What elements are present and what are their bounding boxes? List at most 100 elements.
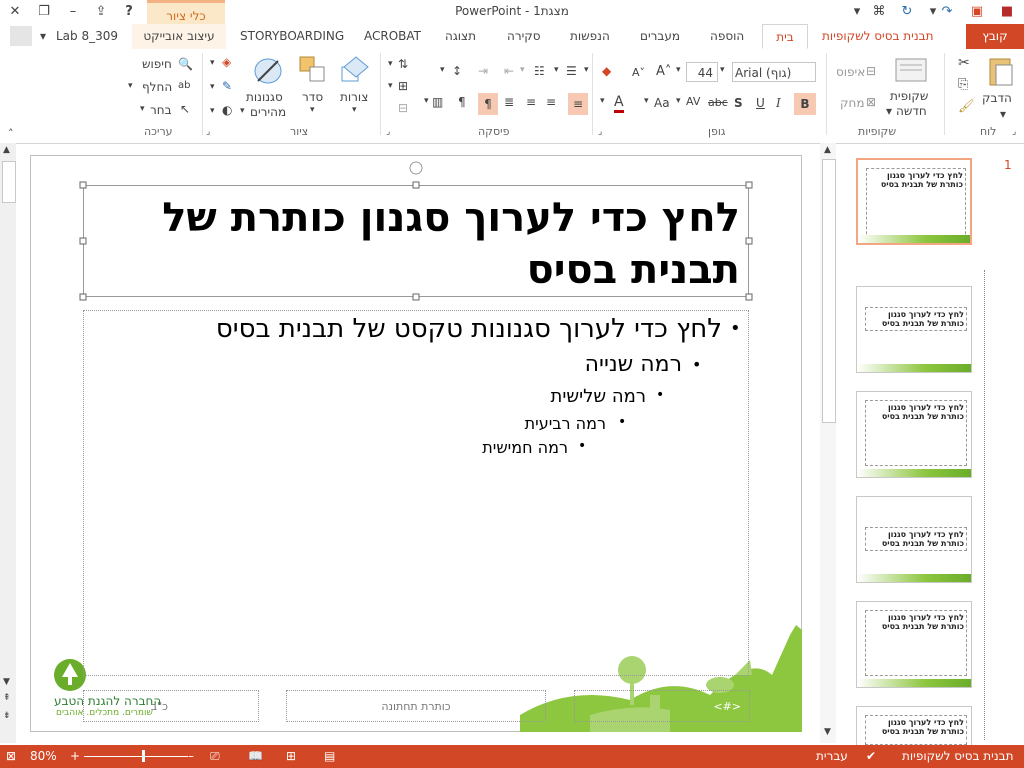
shape-effects-dropdown-icon[interactable]: ▾ — [210, 106, 215, 116]
text-direction-dropdown-icon[interactable]: ▾ — [388, 59, 393, 69]
select-dropdown-icon[interactable]: ▾ — [140, 104, 145, 114]
thumbnail-layout[interactable]: לחץ כדי לערוך סגנון כותרת של תבנית בסיס — [856, 601, 972, 688]
level-4-text[interactable]: רמה רביעית — [500, 414, 606, 433]
slide-sorter-icon[interactable]: ⊞ — [286, 749, 296, 763]
account-dropdown-icon[interactable]: ▾ — [40, 24, 46, 49]
numbering-icon[interactable]: ☷ — [534, 64, 545, 78]
thumbnail-layout[interactable]: לחץ כדי לערוך סגנון כותרת של תבנית בסיס — [856, 391, 972, 478]
scroll-thumb[interactable] — [2, 161, 16, 203]
font-launcher-icon[interactable]: ⌟ — [598, 127, 602, 137]
indent-dropdown-icon[interactable]: ▾ — [520, 65, 525, 75]
shadow-button[interactable]: S — [734, 96, 743, 110]
user-name[interactable]: Lab 8_309 — [56, 24, 118, 49]
align-text-dropdown-icon[interactable]: ▾ — [388, 81, 393, 91]
tab-view[interactable]: תצוגה — [445, 24, 476, 49]
arrange-button-label[interactable]: סדר — [302, 90, 323, 104]
arrange-dropdown-icon[interactable]: ▾ — [310, 105, 315, 115]
bullets-dropdown-icon[interactable]: ▾ — [584, 65, 589, 75]
line-spacing-dropdown-icon[interactable]: ▾ — [440, 65, 445, 75]
slide-vertical-scrollbar[interactable]: ▲ ▼ ⇞ ⇟ — [0, 143, 16, 743]
tab-slide-master[interactable]: תבנית בסיס לשקופיות — [822, 24, 933, 49]
paste-dropdown-icon[interactable]: ▾ — [1000, 107, 1006, 121]
align-center-icon[interactable]: ≡ — [546, 95, 556, 109]
spacing-dropdown-icon[interactable]: ▾ — [676, 96, 681, 106]
redo-icon[interactable]: ↻ — [896, 2, 918, 22]
shapes-dropdown-icon[interactable]: ▾ — [352, 105, 357, 115]
case-dropdown-icon[interactable]: ▾ — [644, 96, 649, 106]
find-button[interactable]: חיפוש — [142, 57, 172, 71]
new-slide-label-1[interactable]: שקופית — [890, 89, 928, 103]
shape-outline-dropdown-icon[interactable]: ▾ — [210, 82, 215, 92]
spellcheck-icon[interactable]: ✔ — [866, 749, 876, 763]
level-1-text[interactable]: לחץ כדי לערוך סגנונות טקסט של תבנית בסיס — [180, 314, 722, 344]
thumbnail-layout[interactable]: לחץ כדי לערוך סגנון כותרת של תבנית בסיס — [856, 496, 972, 583]
delete-button[interactable]: מחק — [840, 96, 865, 110]
level-3-text[interactable]: רמה שלישית — [520, 386, 646, 407]
avatar[interactable] — [10, 26, 32, 46]
touch-mode-icon[interactable]: ⌘ — [868, 2, 890, 22]
tab-format[interactable]: עיצוב אובייקט — [132, 24, 226, 49]
replace-dropdown-icon[interactable]: ▾ — [128, 81, 133, 91]
font-color-dropdown-icon[interactable]: ▾ — [600, 96, 605, 106]
scroll-up-icon[interactable]: ▲ — [3, 145, 10, 155]
align-left-icon[interactable]: ≡ — [526, 95, 536, 109]
scroll-up-icon[interactable]: ▲ — [824, 145, 831, 155]
clipboard-launcher-icon[interactable]: ⌟ — [1012, 127, 1016, 137]
paragraph-launcher-icon[interactable]: ⌟ — [386, 127, 390, 137]
replace-icon[interactable]: ab — [178, 80, 190, 91]
find-icon[interactable]: 🔍 — [178, 57, 193, 71]
columns-dropdown-icon[interactable]: ▾ — [424, 96, 429, 106]
fit-slide-icon[interactable]: ⊠ — [6, 749, 16, 763]
text-direction-icon[interactable]: ⇅ — [398, 57, 408, 71]
shrink-font-icon[interactable]: A˅ — [632, 66, 645, 79]
quick-styles-label-1[interactable]: סגנונות — [246, 90, 283, 104]
tab-file[interactable]: קובץ — [966, 24, 1024, 49]
arrange-icon[interactable] — [298, 55, 328, 85]
shapes-button-label[interactable]: צורות — [340, 90, 368, 104]
tab-insert[interactable]: הוספה — [710, 24, 744, 49]
reading-view-icon[interactable]: 📖 — [248, 749, 263, 763]
bold-button[interactable]: B — [794, 93, 816, 115]
select-button[interactable]: בחר — [150, 103, 172, 117]
increase-indent-icon[interactable]: ⇥ — [478, 64, 488, 78]
delete-slide-icon[interactable]: ⊠ — [866, 95, 876, 109]
copy-icon[interactable]: ⎘ — [958, 77, 968, 92]
shape-fill-icon[interactable]: ◈ — [222, 55, 231, 69]
select-icon[interactable]: ↖ — [180, 102, 190, 116]
slide-number-placeholder[interactable]: <#> — [574, 690, 750, 722]
line-spacing-icon[interactable]: ↕ — [452, 64, 462, 78]
zoom-level[interactable]: 80% — [30, 749, 57, 763]
tab-review[interactable]: סקירה — [507, 24, 541, 49]
rtl-direction-icon[interactable]: ¶ — [478, 93, 498, 115]
justify-icon[interactable]: ≣ — [504, 95, 514, 109]
clear-formatting-icon[interactable]: ◆ — [602, 64, 611, 78]
reset-icon[interactable]: ⊟ — [866, 64, 876, 78]
normal-view-icon[interactable]: ▤ — [324, 749, 335, 763]
new-slide-icon[interactable] — [894, 55, 928, 85]
font-name-dropdown-icon[interactable]: ▾ — [720, 65, 725, 75]
paste-button-label[interactable]: הדבק — [982, 91, 1012, 105]
reset-button[interactable]: איפוס — [836, 65, 865, 79]
bullets-icon[interactable]: ☰ — [566, 64, 577, 78]
drawing-launcher-icon[interactable]: ⌟ — [206, 127, 210, 137]
zoom-in-icon[interactable]: + — [70, 749, 80, 763]
tab-acrobat[interactable]: ACROBAT — [364, 24, 421, 49]
character-spacing-button[interactable]: AV — [686, 95, 700, 108]
columns-icon[interactable]: ▥ — [432, 95, 443, 109]
scroll-thumb[interactable] — [822, 159, 836, 423]
date-placeholder[interactable]: כ"ב — [83, 690, 259, 722]
previous-slide-icon[interactable]: ⇞ — [3, 693, 11, 703]
slideshow-view-icon[interactable]: ⎚ — [210, 749, 220, 764]
paste-icon[interactable] — [984, 55, 1018, 89]
decrease-indent-icon[interactable]: ⇤ — [504, 64, 514, 78]
format-painter-icon[interactable]: 🖌 — [958, 99, 975, 114]
numbering-dropdown-icon[interactable]: ▾ — [554, 65, 559, 75]
next-slide-icon[interactable]: ⇟ — [3, 711, 11, 721]
grow-font-icon[interactable]: A˄ — [656, 64, 671, 79]
font-size-field[interactable]: 44 — [686, 62, 718, 82]
tab-animations[interactable]: הנפשות — [570, 24, 610, 49]
new-slide-dropdown-icon[interactable]: ▾ — [886, 104, 892, 118]
level-2-text[interactable]: רמה שנייה — [560, 352, 682, 377]
shapes-icon[interactable] — [338, 55, 372, 85]
language-indicator[interactable]: עברית — [816, 749, 848, 763]
